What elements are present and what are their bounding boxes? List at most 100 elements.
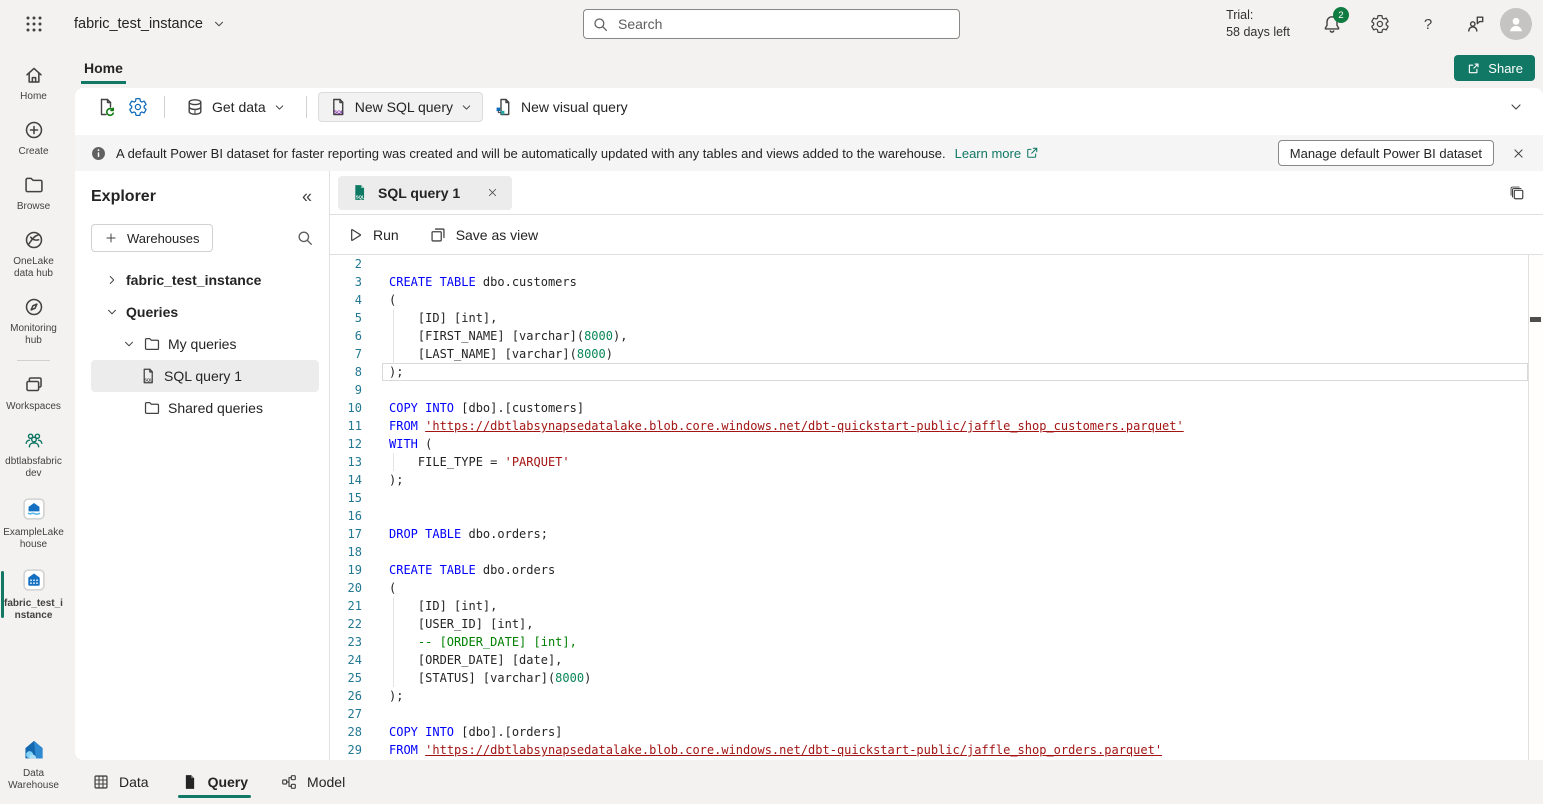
sql-code-editor[interactable]: 23CREATE TABLE dbo.customers4(5 [ID] [in… — [330, 255, 1543, 760]
new-visual-query-button[interactable]: New visual query — [485, 92, 637, 122]
code-line-2[interactable]: 2 — [330, 255, 1543, 273]
code-line-28[interactable]: 28COPY INTO [dbo].[orders] — [330, 723, 1543, 741]
code-line-4[interactable]: 4( — [330, 291, 1543, 309]
save-as-view-button[interactable]: Save as view — [429, 226, 538, 244]
rail-item-workspaces[interactable]: Workspaces — [0, 366, 67, 421]
share-icon — [1466, 61, 1481, 76]
chevron-down-icon — [1508, 99, 1524, 115]
sqlfile-icon: SQL — [139, 367, 157, 385]
editor-scrollbar[interactable] — [1528, 255, 1543, 760]
app-launcher-icon[interactable] — [24, 14, 44, 34]
notification-badge: 2 — [1333, 7, 1349, 23]
line-number: 5 — [330, 309, 362, 327]
code-line-24[interactable]: 24 [ORDER_DATE] [date], — [330, 651, 1543, 669]
chevron-down-icon[interactable] — [122, 337, 136, 351]
tree-item-sql-query-1[interactable]: SQLSQL query 1 — [91, 360, 319, 392]
tab-sql-query-1[interactable]: SQL SQL query 1 — [338, 176, 512, 210]
copy-button[interactable] — [1503, 179, 1531, 207]
tree-item-shared-queries[interactable]: Shared queries — [91, 392, 319, 424]
tree-item-my-queries[interactable]: My queries — [91, 328, 319, 360]
code-line-29[interactable]: 29FROM 'https://dbtlabsynapsedatalake.bl… — [330, 741, 1543, 759]
code-line-5[interactable]: 5 [ID] [int], — [330, 309, 1543, 327]
code-line-11[interactable]: 11FROM 'https://dbtlabsynapsedatalake.bl… — [330, 417, 1543, 435]
code-line-25[interactable]: 25 [STATUS] [varchar](8000) — [330, 669, 1543, 687]
chevron-down-icon[interactable] — [105, 305, 119, 319]
code-line-14[interactable]: 14); — [330, 471, 1543, 489]
rail-item-home[interactable]: Home — [0, 56, 67, 111]
feedback-button[interactable] — [1452, 0, 1500, 48]
refresh-button[interactable] — [91, 92, 121, 122]
code-line-27[interactable]: 27 — [330, 705, 1543, 723]
database-icon — [185, 97, 205, 117]
add-warehouses-button[interactable]: Warehouses — [91, 224, 213, 252]
code-text: COPY INTO [dbo].[orders] — [389, 723, 562, 741]
code-line-23[interactable]: 23 -- [ORDER_DATE] [int], — [330, 633, 1543, 651]
rail-item-data-warehouse[interactable]: Data Warehouse — [0, 729, 67, 800]
refresh-icon — [96, 97, 116, 117]
account-avatar[interactable] — [1500, 8, 1532, 40]
rail-item-monitoring-hub[interactable]: Monitoring hub — [0, 288, 67, 355]
view-tab-model[interactable]: Model — [280, 760, 345, 804]
code-line-22[interactable]: 22 [USER_ID] [int], — [330, 615, 1543, 633]
rail-item-label: OneLake data hub — [3, 256, 65, 280]
share-button[interactable]: Share — [1454, 55, 1535, 81]
code-line-8[interactable]: 8); — [330, 363, 1543, 381]
code-line-12[interactable]: 12WITH ( — [330, 435, 1543, 453]
settings-button[interactable] — [1356, 0, 1404, 48]
warehouse-settings-button[interactable] — [123, 92, 153, 122]
notifications-button[interactable]: 2 — [1308, 0, 1356, 48]
code-line-15[interactable]: 15 — [330, 489, 1543, 507]
code-line-19[interactable]: 19CREATE TABLE dbo.orders — [330, 561, 1543, 579]
code-line-3[interactable]: 3CREATE TABLE dbo.customers — [330, 273, 1543, 291]
code-line-9[interactable]: 9 — [330, 381, 1543, 399]
search-input[interactable] — [618, 16, 951, 32]
tab-close-button[interactable] — [480, 181, 504, 205]
code-line-10[interactable]: 10COPY INTO [dbo].[customers] — [330, 399, 1543, 417]
explorer-title: Explorer — [91, 188, 156, 206]
tablegrid-icon — [92, 773, 110, 791]
code-line-20[interactable]: 20( — [330, 579, 1543, 597]
banner-close-button[interactable] — [1503, 138, 1533, 168]
svg-text:«: « — [302, 186, 312, 206]
explorer-search-button[interactable] — [291, 224, 319, 252]
learn-more-link[interactable]: Learn more — [955, 146, 1039, 161]
folder-icon — [143, 399, 161, 417]
workspace-switcher[interactable]: fabric_test_instance — [74, 16, 226, 32]
view-tab-data[interactable]: Data — [92, 760, 149, 804]
chevron-right-icon[interactable] — [105, 273, 119, 287]
get-data-button[interactable]: Get data — [176, 92, 295, 122]
code-line-26[interactable]: 26); — [330, 687, 1543, 705]
rail-item-create[interactable]: Create — [0, 111, 67, 166]
svg-text:SQL: SQL — [356, 194, 365, 199]
collapse-panel-icon[interactable]: « — [295, 185, 319, 209]
rail-item-onelake-data-hub[interactable]: OneLake data hub — [0, 221, 67, 288]
new-sql-query-button[interactable]: SQL New SQL query — [318, 92, 483, 122]
code-line-16[interactable]: 16 — [330, 507, 1543, 525]
rail-item-label: Workspaces — [6, 401, 61, 413]
tree-item-fabric-test-instance[interactable]: fabric_test_instance — [91, 264, 319, 296]
play-icon — [346, 226, 364, 244]
run-button[interactable]: Run — [346, 226, 399, 244]
code-line-21[interactable]: 21 [ID] [int], — [330, 597, 1543, 615]
code-line-18[interactable]: 18 — [330, 543, 1543, 561]
rail-item-dbtlabsfabricdev[interactable]: dbtlabsfabricdev — [0, 421, 67, 488]
tree-item-queries[interactable]: Queries — [91, 296, 319, 328]
info-banner: A default Power BI dataset for faster re… — [75, 135, 1543, 171]
line-number: 7 — [330, 345, 362, 363]
view-tab-query[interactable]: Query — [181, 760, 248, 804]
query-toolbar: Run Save as view — [330, 215, 1543, 255]
help-button[interactable]: ? — [1404, 0, 1452, 48]
code-line-13[interactable]: 13 FILE_TYPE = 'PARQUET' — [330, 453, 1543, 471]
collapse-ribbon-button[interactable] — [1503, 94, 1529, 120]
rail-item-browse[interactable]: Browse — [0, 166, 67, 221]
code-line-6[interactable]: 6 [FIRST_NAME] [varchar](8000), — [330, 327, 1543, 345]
global-search[interactable] — [583, 9, 960, 39]
rail-item-examplelakehouse[interactable]: ExampleLakehouse — [0, 488, 67, 559]
rail-item-fabric-test-instance[interactable]: fabric_test_instance — [0, 559, 67, 630]
code-line-7[interactable]: 7 [LAST_NAME] [varchar](8000) — [330, 345, 1543, 363]
code-line-17[interactable]: 17DROP TABLE dbo.orders; — [330, 525, 1543, 543]
line-number: 23 — [330, 633, 362, 651]
tab-home[interactable]: Home — [81, 53, 126, 84]
manage-dataset-button[interactable]: Manage default Power BI dataset — [1278, 140, 1494, 166]
close-icon — [1511, 146, 1526, 161]
